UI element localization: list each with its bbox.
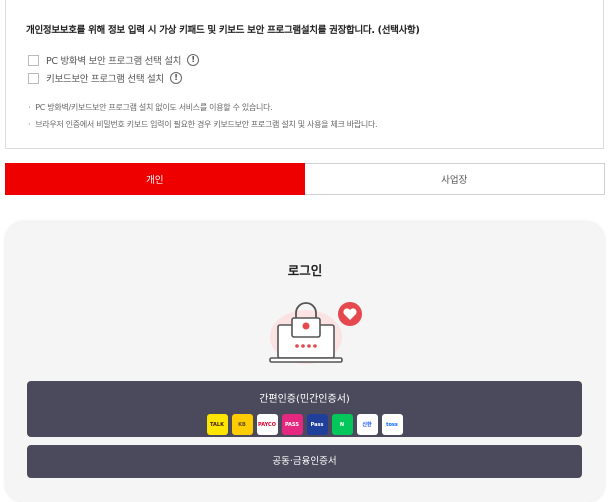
notice-note: · 브라우저 인증에서 비밀번호 키보드 입력이 필요한 경우 키보드보안 프로그… [28, 120, 378, 129]
tab-business[interactable]: 사업장 [304, 163, 605, 195]
firewall-option-label: PC 방화벽 보안 프로그램 선택 설치 [46, 56, 182, 67]
notice-note: · PC 방화벽/키보드보안 프로그램 설치 없이도 서비스를 이용할 수 있습니… [28, 103, 273, 112]
kb-icon[interactable]: KB [231, 414, 253, 435]
naver-icon[interactable]: N [331, 414, 353, 435]
firewall-checkbox[interactable] [28, 54, 39, 66]
info-icon[interactable]: ! [169, 72, 182, 84]
tab-personal[interactable]: 개인 [5, 163, 305, 195]
notice-title: 개인정보보호를 위해 정보 입력 시 가상 키패드 및 키보드 보안 프로그램설… [26, 25, 420, 36]
toss-icon[interactable]: toss [381, 414, 403, 435]
security-lock-illustration [269, 302, 362, 364]
keyboard-security-option-label: 키보드보안 프로그램 선택 설치 [46, 74, 164, 85]
pass-icon[interactable]: PASS [281, 414, 303, 435]
keyboard-security-checkbox[interactable] [28, 72, 39, 84]
pass-samsung-icon[interactable]: Pass [306, 414, 328, 435]
security-notice-panel: 개인정보보호를 위해 정보 입력 시 가상 키패드 및 키보드 보안 프로그램설… [5, 0, 604, 149]
easy-auth-provider-list: TALK KB PAYCO PASS Pass N 신한 toss [27, 414, 582, 435]
joint-financial-cert-button[interactable]: 공동·금융인증서 [27, 445, 582, 478]
user-type-tabs: 개인 사업장 [5, 163, 605, 195]
easy-auth-label: 간편인증(민간인증서) [259, 394, 350, 405]
payco-icon[interactable]: PAYCO [256, 414, 278, 435]
info-icon[interactable]: ! [187, 54, 200, 66]
login-card: 로그인 간편인증(민간인증서) TALK KB PAYCO PASS Pass N 신한 to… [6, 222, 604, 502]
easy-auth-button[interactable]: 간편인증(민간인증서) TALK KB PAYCO PASS Pass N 신한 toss [27, 381, 582, 437]
keyboard-security-option[interactable]: 키보드보안 프로그램 선택 설치 ! [28, 71, 182, 85]
login-title: 로그인 [287, 263, 323, 278]
kakao-icon[interactable]: TALK [206, 414, 228, 435]
shinhan-icon[interactable]: 신한 [356, 414, 378, 435]
firewall-option[interactable]: PC 방화벽 보안 프로그램 선택 설치 ! [28, 53, 200, 67]
